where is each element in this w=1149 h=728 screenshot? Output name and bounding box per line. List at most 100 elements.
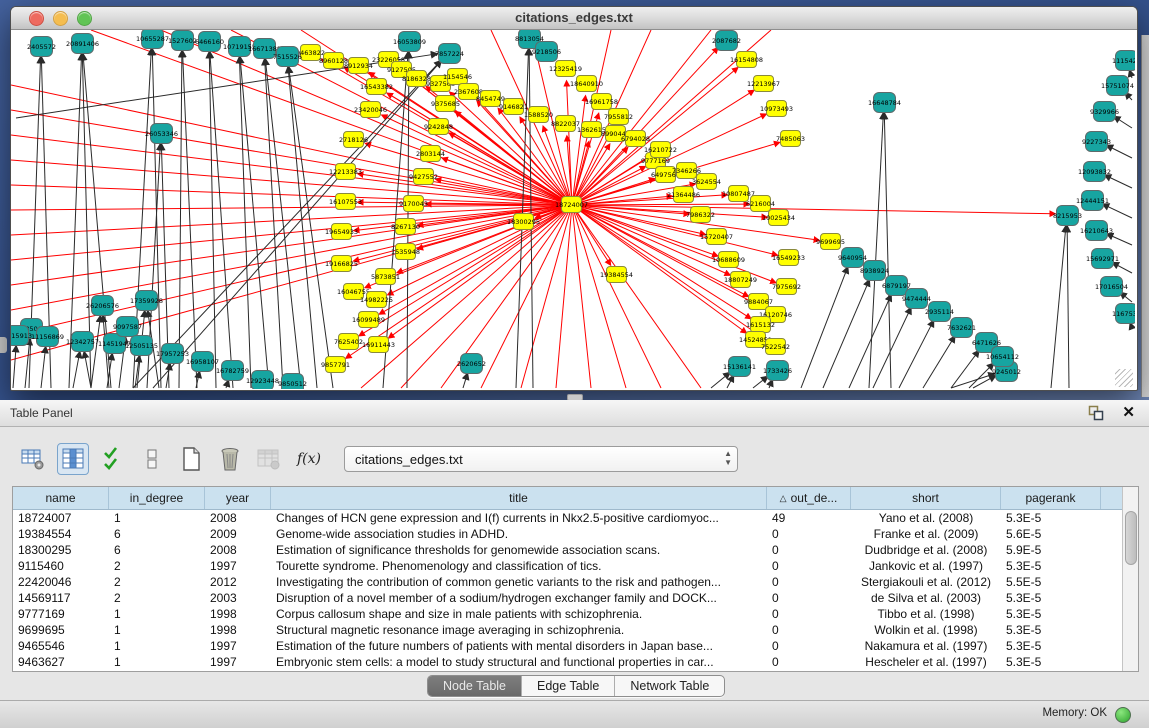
row-mode-icon[interactable]	[137, 444, 167, 474]
graph-node[interactable]: 9242848	[428, 118, 449, 135]
graph-node[interactable]: 7975692	[776, 278, 797, 295]
tab-edge-table[interactable]: Edge Table	[521, 676, 614, 696]
graph-node[interactable]: 18724007	[561, 196, 582, 213]
graph-node[interactable]: 1527602	[171, 30, 194, 51]
graph-node[interactable]: 16543382	[366, 78, 387, 95]
graph-node[interactable]: 8454749	[480, 90, 501, 107]
column-header-name[interactable]: name	[13, 487, 109, 509]
graph-node[interactable]: 10025434	[768, 209, 789, 226]
scrollbar-thumb[interactable]	[1125, 511, 1137, 565]
function-builder-icon[interactable]: f(x)	[293, 444, 323, 474]
graph-node[interactable]: 10654112	[991, 346, 1014, 367]
graph-node[interactable]: 7346266	[676, 162, 697, 179]
graph-node[interactable]: 6466160	[198, 31, 221, 52]
graph-node[interactable]: 1733426	[766, 360, 789, 381]
graph-node[interactable]: 17016504	[1100, 276, 1123, 297]
graph-node[interactable]: 9850512	[281, 373, 304, 389]
graph-node[interactable]: 15692971	[1091, 248, 1114, 269]
graph-node[interactable]: 7625402	[338, 333, 359, 350]
graph-node[interactable]: 1535948	[395, 243, 416, 260]
graph-node[interactable]: 1167534	[1115, 303, 1135, 324]
column-header-short[interactable]: short	[851, 487, 1001, 509]
table-row[interactable]: 1830029562008Estimation of significance …	[13, 542, 1138, 558]
graph-node[interactable]: 2620652	[460, 353, 483, 374]
close-panel-icon[interactable]: ✕	[1122, 403, 1135, 421]
graph-node[interactable]: 7955812	[608, 108, 629, 125]
graph-node[interactable]: 2087682	[715, 30, 738, 51]
graph-node[interactable]: 16154808	[736, 51, 757, 68]
graph-node[interactable]: 16911443	[368, 336, 389, 353]
graph-node[interactable]: 9463822	[300, 44, 321, 61]
graph-node[interactable]: 3915913	[11, 325, 29, 346]
graph-node[interactable]: 12923448	[251, 370, 274, 389]
new-table-icon[interactable]	[176, 444, 206, 474]
graph-node[interactable]: 17957253	[161, 343, 184, 364]
graph-node[interactable]: 9218506	[535, 41, 558, 62]
graph-node[interactable]: 16099489	[358, 311, 379, 328]
table-vertical-scrollbar[interactable]	[1122, 487, 1138, 671]
graph-node[interactable]: 7986322	[690, 206, 711, 223]
hidden-panel-tab[interactable]	[0, 337, 7, 353]
graph-node[interactable]: 16648784	[873, 92, 896, 113]
graph-node[interactable]: 16961758	[591, 93, 612, 110]
tab-node-table[interactable]: Node Table	[428, 676, 521, 696]
edit-columns-icon[interactable]	[57, 443, 89, 475]
graph-node[interactable]: 3624554	[696, 173, 717, 190]
graph-node[interactable]: 10655287	[141, 30, 164, 49]
graph-node[interactable]: 11156869	[36, 326, 59, 347]
graph-node[interactable]: 2803144	[420, 145, 441, 162]
table-row[interactable]: 1938455462009Genome-wide association stu…	[13, 526, 1138, 542]
graph-node[interactable]: 26206576	[91, 295, 114, 316]
graph-node[interactable]: 12325419	[555, 60, 576, 77]
select-checks-icon[interactable]	[98, 444, 128, 474]
graph-node[interactable]: 26053346	[150, 123, 173, 144]
graph-node[interactable]: 6794028	[625, 130, 646, 147]
graph-node[interactable]: 1115424	[1115, 50, 1135, 71]
graph-node[interactable]: 16210722	[650, 141, 671, 158]
graph-node[interactable]: 8938924	[863, 260, 886, 281]
graph-node[interactable]: 8822037	[555, 115, 576, 132]
graph-node[interactable]: 8912934	[348, 57, 369, 74]
table-row[interactable]: 969969511998Structural magnetic resonanc…	[13, 622, 1138, 638]
graph-node[interactable]: 2405572	[30, 36, 53, 57]
graph-node[interactable]: 15751074	[1106, 75, 1129, 96]
graph-node[interactable]: 18640910	[576, 75, 597, 92]
graph-node[interactable]: 7857224	[438, 43, 461, 64]
graph-node[interactable]: 16958107	[191, 351, 214, 372]
graph-node[interactable]: 16107553	[335, 193, 356, 210]
graph-node[interactable]: 16782759	[221, 360, 244, 381]
graph-node[interactable]: 8215953	[1056, 205, 1079, 226]
graph-node[interactable]: 9640954	[841, 247, 864, 268]
delete-table-trash-icon[interactable]	[215, 444, 245, 474]
table-source-select[interactable]: citations_edges.txt ▲▼	[344, 446, 738, 472]
graph-node[interactable]: 9097587	[116, 316, 139, 337]
graph-node[interactable]: 19166825	[331, 255, 352, 272]
graph-node[interactable]: 23420046	[360, 101, 381, 118]
graph-node[interactable]: 9857791	[325, 356, 346, 373]
graph-node[interactable]: 7485063	[780, 130, 801, 147]
table-row[interactable]: 946362711997Embryonic stem cells: a mode…	[13, 654, 1138, 670]
graph-node[interactable]: 18807249	[730, 271, 751, 288]
graph-node[interactable]: 9227343	[1085, 131, 1108, 152]
float-panel-icon[interactable]	[1088, 405, 1105, 421]
graph-node[interactable]: 9329966	[1093, 101, 1116, 122]
graph-node[interactable]: 5873851	[375, 268, 396, 285]
graph-node[interactable]: 20891406	[71, 33, 94, 54]
table-row[interactable]: 2242004622012Investigating the contribut…	[13, 574, 1138, 590]
column-header-in-degree[interactable]: in_degree	[109, 487, 205, 509]
graph-node[interactable]: 19654933	[331, 223, 352, 240]
graph-node[interactable]: 12213967	[753, 75, 774, 92]
graph-node[interactable]: 12093832	[1083, 161, 1106, 182]
graph-node[interactable]: 16210643	[1085, 220, 1108, 241]
graph-node[interactable]: 16549233	[778, 249, 799, 266]
graph-node[interactable]: 7522542	[765, 338, 786, 355]
graph-node[interactable]: 15720407	[706, 228, 727, 245]
column-header-year[interactable]: year	[205, 487, 271, 509]
graph-node[interactable]: 1588520	[528, 106, 549, 123]
graph-node[interactable]: 9699695	[820, 233, 841, 250]
graph-node[interactable]: 12505135	[130, 335, 153, 356]
graph-node[interactable]: 18300295	[513, 213, 534, 230]
window-titlebar[interactable]: citations_edges.txt	[11, 7, 1137, 30]
graph-node[interactable]: 12444151	[1081, 190, 1104, 211]
graph-node[interactable]: 10973493	[766, 100, 787, 117]
